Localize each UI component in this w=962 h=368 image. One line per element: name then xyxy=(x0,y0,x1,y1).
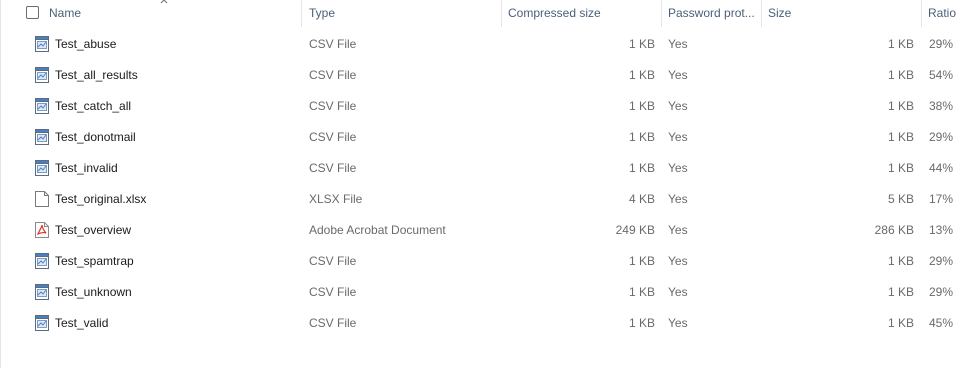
file-name: Test_overview xyxy=(55,223,132,237)
file-type: CSV File xyxy=(309,130,357,144)
file-row[interactable]: Test_donotmail CSV File 1 KB Yes 1 KB 29% xyxy=(0,122,962,153)
file-ratio: 44% xyxy=(929,161,954,175)
file-type: CSV File xyxy=(309,99,357,113)
file-password-protected: Yes xyxy=(668,316,688,330)
select-all-checkbox[interactable] xyxy=(26,6,39,19)
file-size: 5 KB xyxy=(887,192,914,206)
file-row[interactable]: Test_unknown CSV File 1 KB Yes 1 KB 29% xyxy=(0,277,962,308)
column-header-compressed-size[interactable]: Compressed size xyxy=(501,0,661,27)
csv-file-icon xyxy=(35,160,49,176)
file-size: 1 KB xyxy=(887,254,914,268)
file-name: Test_original.xlsx xyxy=(55,192,147,206)
file-type: CSV File xyxy=(309,285,357,299)
file-type: Adobe Acrobat Document xyxy=(309,223,446,237)
file-compressed-size: 1 KB xyxy=(628,285,655,299)
file-name: Test_donotmail xyxy=(55,130,136,144)
file-size: 1 KB xyxy=(887,161,914,175)
file-password-protected: Yes xyxy=(668,130,688,144)
file-compressed-size: 1 KB xyxy=(628,316,655,330)
file-ratio: 29% xyxy=(929,254,954,268)
file-row[interactable]: Test_all_results CSV File 1 KB Yes 1 KB 54% xyxy=(0,60,962,91)
file-ratio: 29% xyxy=(929,130,954,144)
file-ratio: 29% xyxy=(929,285,954,299)
column-header-name[interactable]: Name xyxy=(42,0,300,27)
file-row[interactable]: Test_original.xlsx XLSX File 4 KB Yes 5 KB 17… xyxy=(0,184,962,215)
file-list-view: Name Type Compressed size Password prot.… xyxy=(0,0,962,368)
csv-file-icon xyxy=(35,36,49,52)
file-password-protected: Yes xyxy=(668,223,688,237)
file-password-protected: Yes xyxy=(668,68,688,82)
file-size: 1 KB xyxy=(887,99,914,113)
file-size: 1 KB xyxy=(887,68,914,82)
file-password-protected: Yes xyxy=(668,99,688,113)
file-size: 1 KB xyxy=(887,316,914,330)
column-header-ratio[interactable]: Ratio xyxy=(921,0,962,27)
file-ratio: 38% xyxy=(929,99,954,113)
file-compressed-size: 1 KB xyxy=(628,161,655,175)
file-password-protected: Yes xyxy=(668,285,688,299)
file-compressed-size: 1 KB xyxy=(628,130,655,144)
file-name: Test_unknown xyxy=(55,285,132,299)
file-type: CSV File xyxy=(309,68,357,82)
file-type: CSV File xyxy=(309,316,357,330)
file-name: Test_invalid xyxy=(55,161,118,175)
file-compressed-size: 1 KB xyxy=(628,68,655,82)
file-ratio: 13% xyxy=(929,223,954,237)
pdf-file-icon xyxy=(35,222,49,238)
file-size: 286 KB xyxy=(874,223,914,237)
file-name: Test_valid xyxy=(55,316,109,330)
file-compressed-size: 1 KB xyxy=(628,37,655,51)
csv-file-icon xyxy=(35,129,49,145)
file-ratio: 17% xyxy=(929,192,954,206)
blank-file-icon xyxy=(35,191,49,207)
column-header-type[interactable]: Type xyxy=(302,0,501,27)
csv-file-icon xyxy=(35,284,49,300)
csv-file-icon xyxy=(35,98,49,114)
file-name: Test_catch_all xyxy=(55,99,132,113)
file-size: 1 KB xyxy=(887,130,914,144)
column-header-size[interactable]: Size xyxy=(761,0,921,27)
file-row[interactable]: Test_spamtrap CSV File 1 KB Yes 1 KB 29% xyxy=(0,246,962,277)
file-row[interactable]: Test_invalid CSV File 1 KB Yes 1 KB 44% xyxy=(0,153,962,184)
file-type: CSV File xyxy=(309,254,357,268)
file-ratio: 29% xyxy=(929,37,954,51)
file-password-protected: Yes xyxy=(668,254,688,268)
file-row[interactable]: Test_overview Adobe Acrobat Document 249 K… xyxy=(0,215,962,246)
file-password-protected: Yes xyxy=(668,161,688,175)
file-name: Test_spamtrap xyxy=(55,254,134,268)
csv-file-icon xyxy=(35,253,49,269)
column-header-password-protected[interactable]: Password prot... xyxy=(661,0,761,27)
file-size: 1 KB xyxy=(887,37,914,51)
file-row[interactable]: Test_valid CSV File 1 KB Yes 1 KB 45% xyxy=(0,308,962,339)
file-type: CSV File xyxy=(309,37,357,51)
file-row[interactable]: Test_catch_all CSV File 1 KB Yes 1 KB 38% xyxy=(0,91,962,122)
file-ratio: 54% xyxy=(929,68,954,82)
file-compressed-size: 4 KB xyxy=(628,192,655,206)
file-password-protected: Yes xyxy=(668,192,688,206)
file-name: Test_abuse xyxy=(55,37,117,51)
file-compressed-size: 1 KB xyxy=(628,254,655,268)
file-type: XLSX File xyxy=(309,192,363,206)
csv-file-icon xyxy=(35,67,49,83)
column-header-bar: Name Type Compressed size Password prot.… xyxy=(0,0,962,27)
file-size: 1 KB xyxy=(887,285,914,299)
file-password-protected: Yes xyxy=(668,37,688,51)
file-type: CSV File xyxy=(309,161,357,175)
file-compressed-size: 249 KB xyxy=(615,223,655,237)
file-name: Test_all_results xyxy=(55,68,138,82)
file-ratio: 45% xyxy=(929,316,954,330)
csv-file-icon xyxy=(35,315,49,331)
file-row[interactable]: Test_abuse CSV File 1 KB Yes 1 KB 29% xyxy=(0,29,962,60)
file-compressed-size: 1 KB xyxy=(628,99,655,113)
